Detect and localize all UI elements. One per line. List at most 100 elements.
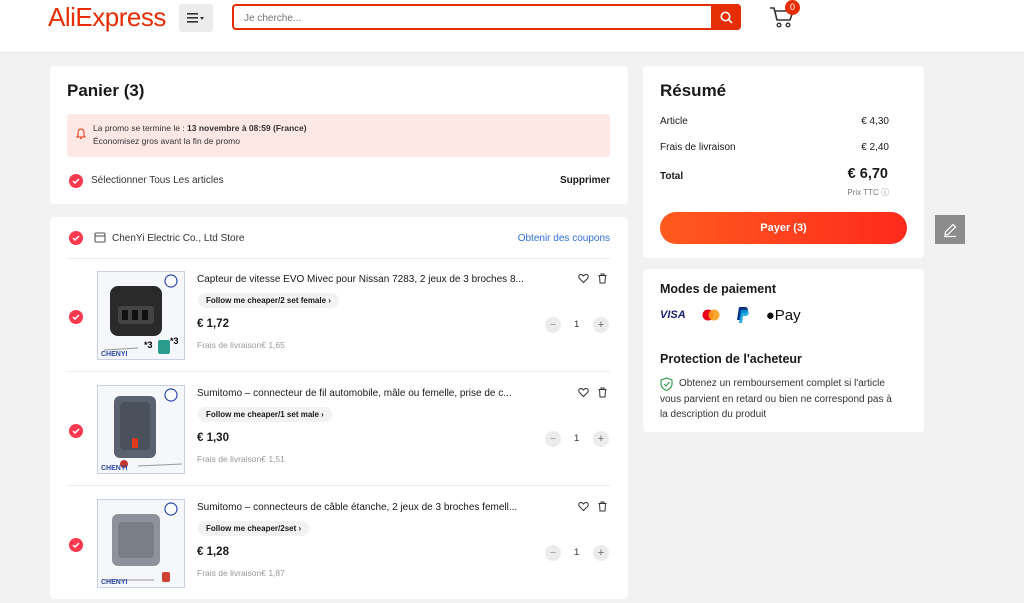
get-coupons-link[interactable]: Obtenir des coupons: [518, 233, 610, 244]
checkmark-icon: [72, 235, 80, 241]
variant-tag[interactable]: Follow me cheaper/1 set male ›: [198, 407, 332, 422]
quantity-value[interactable]: 1: [574, 319, 579, 330]
divider: [67, 485, 610, 486]
pencil-icon: [944, 223, 957, 237]
info-icon[interactable]: ⓘ: [881, 188, 889, 197]
store-items-card: ChenYi Electric Co., Ltd Store Obtenir d…: [50, 217, 628, 599]
item-shipping: Frais de livraison€ 1,65: [197, 340, 285, 350]
promo-line-2: Économisez gros avant la fin de promo: [93, 136, 240, 146]
paypal-icon: [736, 307, 749, 323]
item-shipping: Frais de livraison€ 1,87: [197, 568, 285, 578]
bell-icon: [76, 128, 86, 139]
checkmark-icon: [72, 314, 80, 320]
search-button[interactable]: [711, 4, 741, 30]
trash-icon[interactable]: [597, 501, 608, 512]
apple-pay-label: Pay: [774, 306, 801, 324]
chevron-right-icon: ›: [321, 410, 324, 419]
checkmark-icon: [72, 428, 80, 434]
visa-icon: VISA: [660, 309, 686, 321]
item-price: € 1,72: [197, 318, 229, 330]
store-checkbox[interactable]: [69, 231, 83, 245]
variant-label: Follow me cheaper/2set: [206, 524, 297, 533]
payment-icons: VISA ●Pay: [660, 305, 801, 325]
product-image[interactable]: CHENYI: [97, 499, 185, 588]
edit-floating-button[interactable]: [935, 215, 965, 244]
delete-selected-button[interactable]: Supprimer: [560, 175, 610, 186]
summary-total-value: € 6,70: [847, 166, 888, 182]
item-shipping: Frais de livraison€ 1,51: [197, 454, 285, 464]
aliexpress-logo[interactable]: AliExpress: [48, 2, 166, 33]
summary-row-shipping: Frais de livraison € 2,40: [660, 142, 889, 153]
pay-button[interactable]: Payer (3): [660, 212, 907, 244]
apple-logo-icon: ●: [765, 306, 775, 324]
promo-banner: La promo se termine le : 13 novembre à 0…: [67, 114, 610, 157]
quantity-decrease-button[interactable]: −: [545, 431, 561, 447]
product-title[interactable]: Sumitomo – connecteur de fil automobile,…: [197, 388, 557, 399]
wishlist-heart-icon[interactable]: [578, 273, 589, 284]
apple-pay-icon: ●Pay: [766, 307, 801, 324]
thumb-brand-label: CHENYI: [101, 351, 128, 358]
item-price: € 1,28: [197, 546, 229, 558]
divider: [67, 371, 610, 372]
buyer-protection-text: Obtenez un remboursement complet si l'ar…: [660, 378, 892, 420]
store-name[interactable]: ChenYi Electric Co., Ltd Store: [112, 233, 244, 244]
tax-note-label: Prix TTC: [847, 188, 879, 197]
thumb-brand-label: CHENYI: [101, 579, 128, 586]
item-checkbox[interactable]: [69, 538, 83, 552]
checkmark-icon: [72, 178, 80, 184]
promo-prefix: La promo se termine le :: [93, 123, 188, 133]
cart-count-badge: 0: [785, 0, 800, 15]
mastercard-icon: [702, 309, 720, 321]
product-title[interactable]: Sumitomo – connecteurs de câble étanche,…: [197, 502, 557, 513]
cart-item: *3 *3 CHENYI Capteur de vitesse EVO Mive…: [50, 259, 628, 372]
quantity-value[interactable]: 1: [574, 547, 579, 558]
search-bar: [232, 4, 741, 30]
variant-tag[interactable]: Follow me cheaper/2 set female ›: [198, 293, 339, 308]
promo-date: 13 novembre à 08:59 (France): [187, 123, 307, 133]
payment-methods-card: Modes de paiement VISA ●Pay Protection d…: [643, 269, 924, 432]
wishlist-heart-icon[interactable]: [578, 501, 589, 512]
svg-text:*3: *3: [170, 336, 179, 346]
store-icon: [94, 232, 106, 243]
category-menu-button[interactable]: [179, 4, 213, 32]
quantity-increase-button[interactable]: +: [593, 431, 609, 447]
quantity-value[interactable]: 1: [574, 433, 579, 444]
item-actions: [578, 387, 608, 398]
quantity-decrease-button[interactable]: −: [545, 545, 561, 561]
trash-icon[interactable]: [597, 273, 608, 284]
connector-image: [114, 388, 183, 468]
summary-title: Résumé: [660, 81, 727, 100]
variant-label: Follow me cheaper/1 set male: [206, 410, 319, 419]
search-input[interactable]: [244, 9, 704, 27]
connector-image: [104, 502, 178, 582]
quantity-increase-button[interactable]: +: [593, 317, 609, 333]
svg-text:*3: *3: [144, 340, 153, 350]
thumb-brand-label: CHENYI: [101, 465, 128, 472]
item-actions: [578, 501, 608, 512]
item-checkbox[interactable]: [69, 424, 83, 438]
item-checkbox[interactable]: [69, 310, 83, 324]
product-image[interactable]: CHENYI: [97, 385, 185, 474]
promo-line-1: La promo se termine le : 13 novembre à 0…: [93, 123, 307, 133]
wishlist-heart-icon[interactable]: [578, 387, 589, 398]
select-all-label[interactable]: Sélectionner Tous Les articles: [91, 175, 224, 186]
connector-image: *3 *3: [103, 274, 179, 354]
order-summary-card: Résumé Article € 4,30 Frais de livraison…: [643, 66, 924, 258]
search-icon: [720, 11, 733, 24]
summary-label: Frais de livraison: [660, 142, 736, 153]
chevron-right-icon: ›: [328, 296, 331, 305]
cart-item: CHENYI Sumitomo – connecteur de fil auto…: [50, 373, 628, 486]
summary-row-article: Article € 4,30: [660, 116, 889, 127]
payment-methods-title: Modes de paiement: [660, 282, 776, 296]
product-image[interactable]: *3 *3 CHENYI: [97, 271, 185, 360]
variant-tag[interactable]: Follow me cheaper/2set ›: [198, 521, 310, 536]
quantity-decrease-button[interactable]: −: [545, 317, 561, 333]
cart-title: Panier (3): [67, 81, 145, 100]
product-title[interactable]: Capteur de vitesse EVO Mivec pour Nissan…: [197, 274, 557, 285]
quantity-increase-button[interactable]: +: [593, 545, 609, 561]
top-header: AliExpress 0: [0, 0, 1024, 53]
item-price: € 1,30: [197, 432, 229, 444]
summary-label: Article: [660, 116, 688, 127]
select-all-checkbox[interactable]: [69, 174, 83, 188]
trash-icon[interactable]: [597, 387, 608, 398]
